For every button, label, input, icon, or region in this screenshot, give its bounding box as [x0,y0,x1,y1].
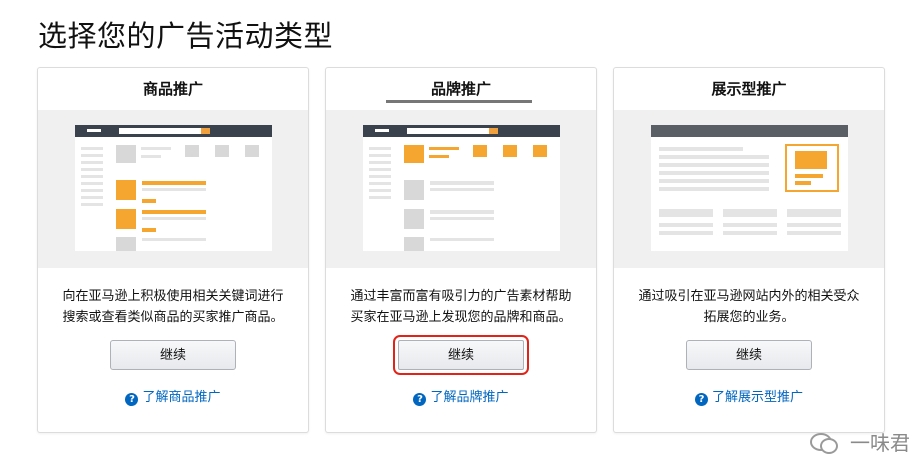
watermark-text: 一味君 [850,431,910,455]
card-title: 展示型推广 [711,80,787,98]
watermark: 一味君 [810,427,910,456]
page-title: 选择您的广告活动类型 [38,19,334,53]
help-icon: ? [125,393,139,406]
card-description: 向在亚马逊上积极使用相关关键词进行 搜索或查看类似商品的买家推广商品。 [62,289,284,325]
continue-button[interactable]: 继续 [686,340,812,370]
decorative-smudge [386,100,532,103]
learn-more-link[interactable]: ? 了解商品推广 [38,386,308,406]
continue-button[interactable]: 继续 [110,340,236,370]
card-title: 商品推广 [142,80,203,98]
card-sponsored-brands: 品牌推广 通过丰富而富有吸引力的广告素材帮助 买家在亚马逊上发现您的品牌和商品。… [325,67,597,433]
sponsored-brands-illustration [326,110,596,268]
help-icon: ? [694,393,708,406]
sponsored-display-illustration [614,110,884,268]
learn-more-link[interactable]: ? 了解展示型推广 [614,386,884,406]
card-description: 通过丰富而富有吸引力的广告素材帮助 买家在亚马逊上发现您的品牌和商品。 [350,289,572,325]
learn-more-link[interactable]: ? 了解品牌推广 [326,386,596,406]
card-sponsored-products: 商品推广 向在亚马逊上积极使用相关关键词进行 搜索或查看类似商品的买家推广商品。… [37,67,309,433]
sponsored-products-illustration [38,110,308,268]
card-description: 通过吸引在亚马逊网站内外的相关受众 拓展您的业务。 [638,289,860,325]
card-title: 品牌推广 [430,80,491,98]
help-icon: ? [413,393,427,406]
wechat-icon [810,432,838,454]
card-sponsored-display: 展示型推广 通过吸引在亚马逊网站内外的相关受众 拓展您的业务。 继续 ? 了解展… [613,67,885,433]
continue-button[interactable]: 继续 [393,335,529,375]
